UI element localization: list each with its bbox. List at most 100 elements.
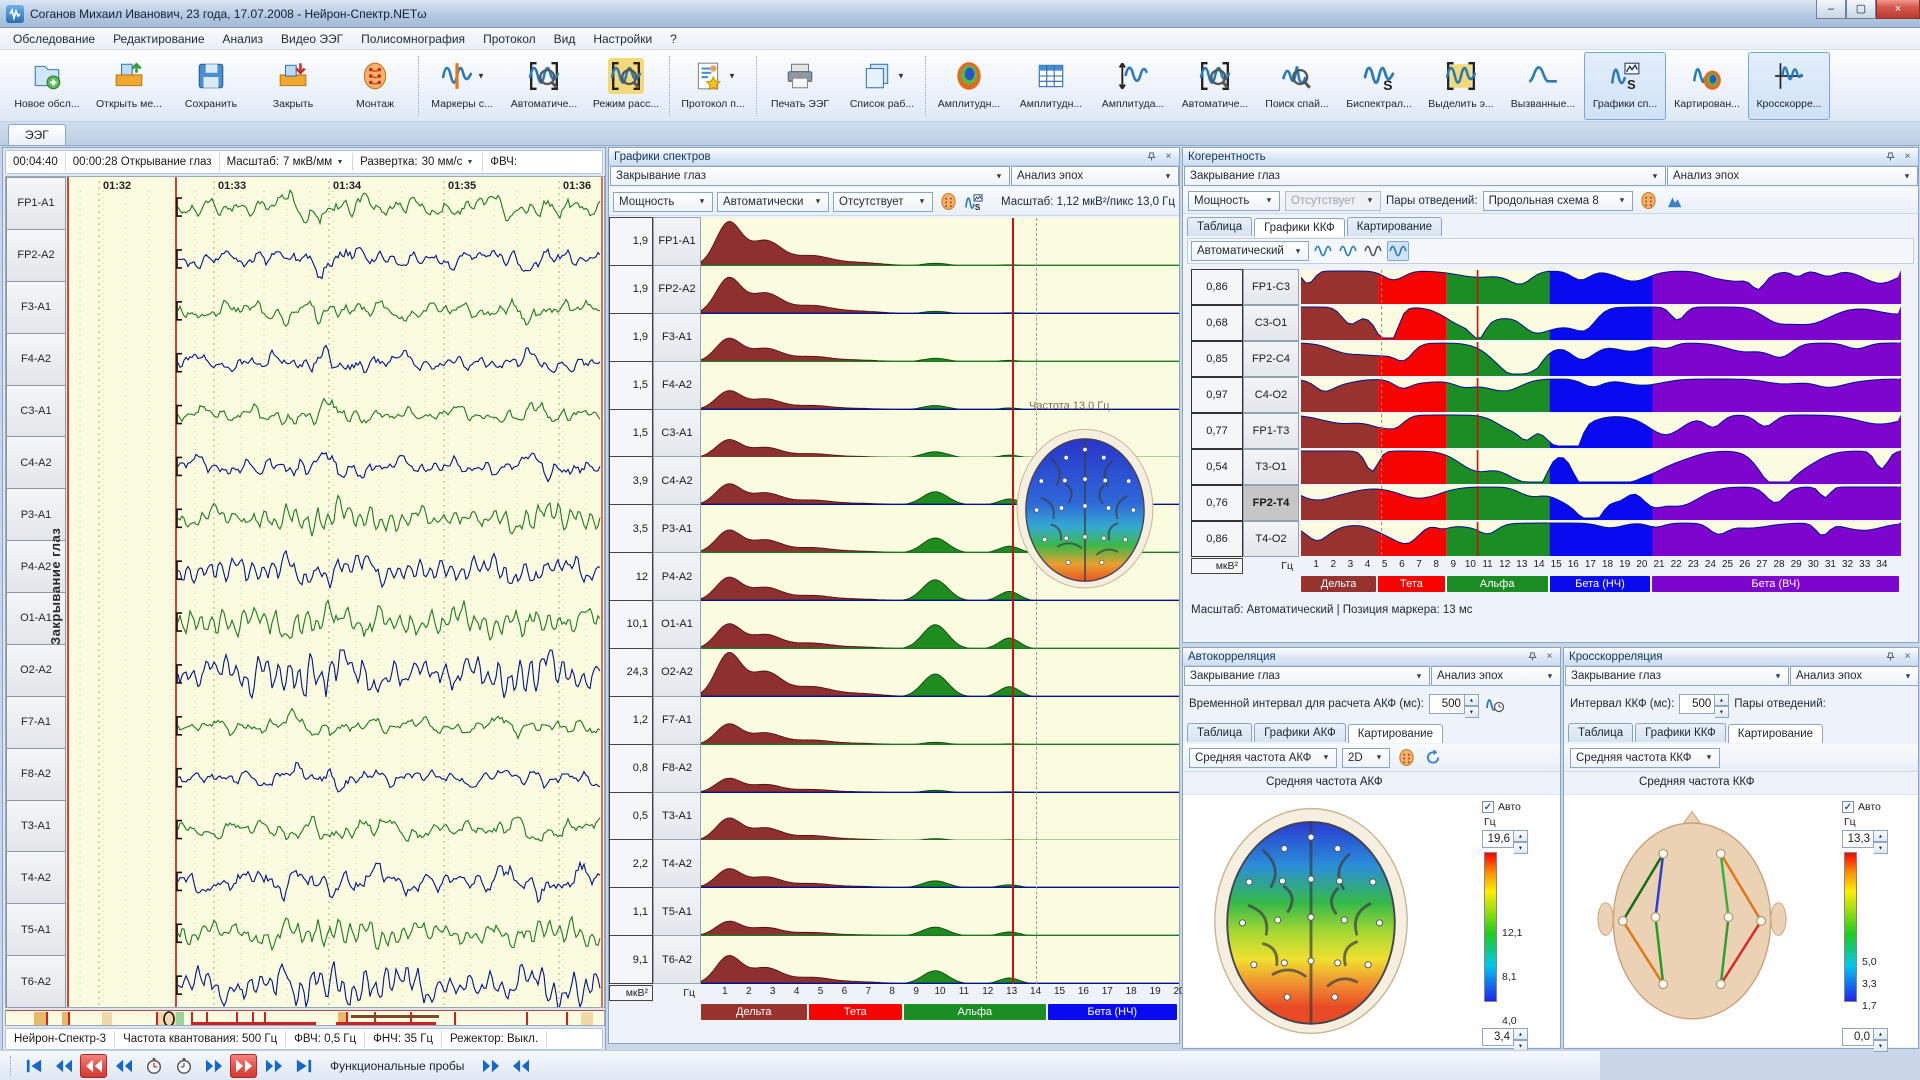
nav-rew-button[interactable] <box>80 1054 107 1078</box>
wave-style-2-icon[interactable] <box>1337 241 1359 261</box>
toolbar-button-evoked[interactable]: Вызванные... <box>1502 52 1584 120</box>
spectrum-plot[interactable] <box>701 840 1179 888</box>
toolbar-button-auto-search[interactable]: Автоматиче... <box>1174 52 1256 120</box>
spectra-mode-icon[interactable]: S <box>963 192 985 212</box>
coherence-epoch-dropdown[interactable]: Закрывание глаз▼ <box>1184 166 1666 186</box>
coherence-scalemode-dropdown[interactable]: Автоматический▼ <box>1191 241 1309 261</box>
menu-item-4[interactable]: Полисомнография <box>352 30 474 48</box>
acf-dimension-dropdown[interactable]: 2D▼ <box>1342 748 1390 768</box>
acf-tab-0[interactable]: Таблица <box>1187 723 1252 742</box>
nav-fwd-button[interactable] <box>260 1054 287 1078</box>
toolbar-button-protocol[interactable]: ▼Протокол п... <box>672 52 754 120</box>
nav-skip-first-button[interactable] <box>20 1054 47 1078</box>
spectrum-channel-label[interactable]: O1-A1 <box>653 600 701 649</box>
spectra-power-dropdown[interactable]: Мощность▼ <box>613 192 713 212</box>
close-panel-icon[interactable]: × <box>1544 651 1555 662</box>
nav-clock-start-button[interactable] <box>140 1054 167 1078</box>
nav-clock-end-button[interactable] <box>170 1054 197 1078</box>
dropdown-arrow-icon[interactable]: ▼ <box>728 72 736 81</box>
coherence-chart[interactable] <box>1301 306 1901 340</box>
spectrum-plot[interactable] <box>701 266 1179 314</box>
nav-rew-button[interactable] <box>110 1054 137 1078</box>
eeg-channel-label-FP2-A2[interactable]: FP2-A2 <box>6 229 66 282</box>
spin-down-icon[interactable]: ▼ <box>1465 706 1479 718</box>
menu-item-8[interactable]: ? <box>661 30 686 48</box>
spin-down-icon[interactable]: ▼ <box>1715 706 1729 718</box>
nav-skip-last-button[interactable] <box>290 1054 317 1078</box>
spectrum-channel-label[interactable]: C3-A1 <box>653 409 701 458</box>
spectra-marker-line[interactable] <box>1012 218 1014 984</box>
acf-analysis-dropdown[interactable]: Анализ эпох▼ <box>1431 666 1561 686</box>
coherence-chart[interactable] <box>1301 378 1901 412</box>
toolbar-button-worklist[interactable]: ▼Список раб... <box>841 52 923 120</box>
coherence-chart[interactable] <box>1301 342 1901 376</box>
eeg-channel-label-F4-A2[interactable]: F4-A2 <box>6 333 66 386</box>
coherence-chart[interactable] <box>1301 414 1901 448</box>
spectra-artifact-dropdown[interactable]: Отсутствует▼ <box>833 192 933 212</box>
coherence-chart[interactable] <box>1301 270 1901 304</box>
coherence-tab-2[interactable]: Картирование <box>1347 217 1442 236</box>
toolbar-button-crosscorrelation[interactable]: Кросскорре... <box>1748 52 1830 120</box>
refresh-icon[interactable] <box>1422 748 1444 768</box>
ccf-tab-2[interactable]: Картирование <box>1728 724 1823 743</box>
ccf-mode-dropdown[interactable]: Средняя частота ККФ▼ <box>1570 748 1720 768</box>
spectrum-channel-label[interactable]: F3-A1 <box>653 313 701 362</box>
spectrum-channel-label[interactable]: F7-A1 <box>653 696 701 745</box>
menu-item-2[interactable]: Анализ <box>214 30 273 48</box>
dropdown-arrow-icon[interactable]: ▼ <box>897 72 905 81</box>
spectra-epoch-dropdown[interactable]: Закрывание глаз▼ <box>610 166 1010 186</box>
close-button[interactable]: × <box>1876 0 1920 19</box>
acf-tab-1[interactable]: Графики АКФ <box>1254 723 1346 742</box>
spectrum-plot[interactable] <box>701 601 1179 649</box>
ccf-epoch-dropdown[interactable]: Закрывание глаз▼ <box>1565 666 1789 686</box>
coherence-pair-label[interactable]: FP2-T4 <box>1243 485 1299 521</box>
eeg-channel-label-FP1-A1[interactable]: FP1-A1 <box>6 177 66 230</box>
wave-style-1-icon[interactable] <box>1312 241 1334 261</box>
spin-up-icon[interactable]: ▲ <box>1465 694 1479 706</box>
coherence-tab-0[interactable]: Таблица <box>1187 217 1252 236</box>
coherence-pair-label[interactable]: C3-O1 <box>1243 305 1299 341</box>
spectra-analysis-dropdown[interactable]: Анализ эпох▼ <box>1011 166 1179 186</box>
menu-item-3[interactable]: Видео ЭЭГ <box>272 30 352 48</box>
histogram-icon[interactable] <box>1665 191 1687 211</box>
eeg-channel-label-C3-A1[interactable]: C3-A1 <box>6 385 66 438</box>
eeg-sweep-dropdown[interactable]: Развертка:30 мм/с▼ <box>353 153 483 171</box>
spectrum-channel-label[interactable]: F8-A2 <box>653 744 701 793</box>
wave-style-3-icon[interactable] <box>1362 241 1384 261</box>
eeg-channel-label-F7-A1[interactable]: F7-A1 <box>6 696 66 749</box>
toolbar-button-amplitude-wave[interactable]: Амплитуда... <box>1092 52 1174 120</box>
minimize-button[interactable]: – <box>1816 0 1846 19</box>
acf-scale-bottom-spinner[interactable]: 3,4 ▲▼ <box>1482 1028 1554 1046</box>
eeg-hpf-field[interactable]: ФВЧ: <box>483 153 524 171</box>
acf-auto-checkbox[interactable]: ✓ <box>1482 801 1494 813</box>
coherence-tab-1[interactable]: Графики ККФ <box>1254 218 1345 237</box>
close-panel-icon[interactable]: × <box>1163 151 1174 162</box>
spectrum-channel-label[interactable]: T3-A1 <box>653 792 701 841</box>
head-icon[interactable] <box>1638 191 1660 211</box>
ccf-interval-spinner[interactable]: 500 ▲▼ <box>1679 694 1729 714</box>
probe-nav-rew-button[interactable] <box>507 1054 534 1078</box>
eeg-channel-label-T3-A1[interactable]: T3-A1 <box>6 800 66 853</box>
coherence-pair-label[interactable]: FP1-T3 <box>1243 413 1299 449</box>
menu-item-7[interactable]: Настройки <box>584 30 661 48</box>
spectrum-channel-label[interactable]: T6-A2 <box>653 935 701 984</box>
acf-epoch-dropdown[interactable]: Закрывание глаз▼ <box>1184 666 1430 686</box>
coherence-montage-dropdown[interactable]: Продольная схема 8▼ <box>1483 191 1633 211</box>
spectrum-channel-label[interactable]: O2-A2 <box>653 648 701 697</box>
spectrum-channel-label[interactable]: FP2-A2 <box>653 265 701 314</box>
acf-scale-top-spinner[interactable]: 19,6 ▲▼ <box>1482 830 1554 848</box>
acf-interval-spinner[interactable]: 500 ▲▼ <box>1429 694 1479 714</box>
spectrum-channel-label[interactable]: T4-A2 <box>653 839 701 888</box>
menu-item-5[interactable]: Протокол <box>474 30 545 48</box>
toolbar-button-save[interactable]: Сохранить <box>170 52 252 120</box>
menu-item-0[interactable]: Обследование <box>4 30 104 48</box>
spectrum-plot[interactable] <box>701 314 1179 362</box>
eeg-channel-label-F8-A2[interactable]: F8-A2 <box>6 748 66 801</box>
menu-item-1[interactable]: Редактирование <box>104 30 213 48</box>
toolbar-button-spectra-graphs[interactable]: SГрафики сп... <box>1584 52 1666 120</box>
coherence-pair-label[interactable]: C4-O2 <box>1243 377 1299 413</box>
spectrum-plot[interactable] <box>701 793 1179 841</box>
ccf-auto-checkbox[interactable]: ✓ <box>1842 801 1854 813</box>
eeg-channel-label-T6-A2[interactable]: T6-A2 <box>6 955 66 1008</box>
toolbar-button-montage[interactable]: Монтаж <box>334 52 416 120</box>
